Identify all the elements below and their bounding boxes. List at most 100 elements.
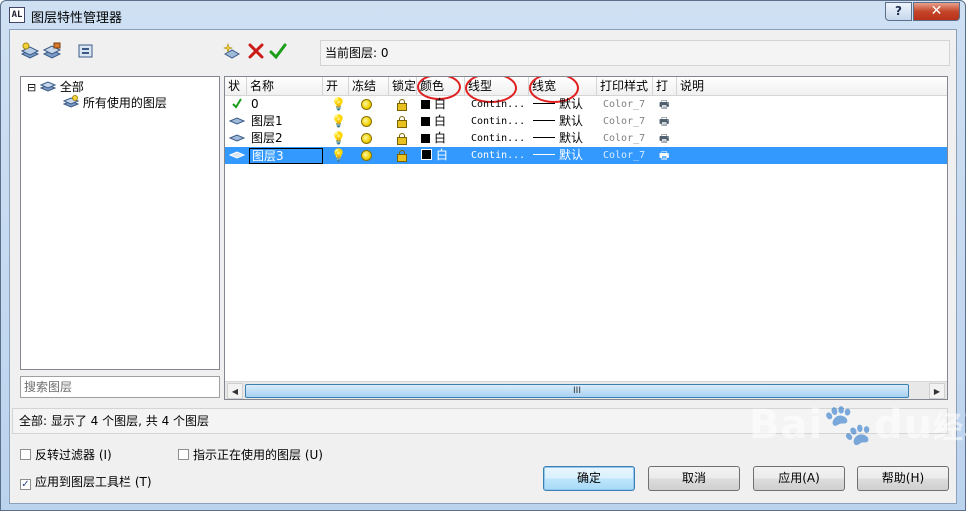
scroll-thumb[interactable]: III [245,384,909,398]
layers-icon [39,81,57,92]
tree-node-used-layers[interactable]: 所有使用的图层 [62,95,167,111]
color-swatch [421,134,430,143]
search-layers-input[interactable] [20,376,220,398]
apply-toolbar-checkbox[interactable]: ✓ 应用到图层工具栏 (T) [20,475,152,490]
layer-lineweight[interactable]: 默认 [533,96,595,113]
col-plot[interactable]: 打 [653,77,677,95]
col-plot-style[interactable]: 打印样式 [597,77,653,95]
checkbox-label: 指示正在使用的图层 (U) [193,448,323,462]
close-button[interactable]: ✕ [913,2,960,21]
tree-node-label: 所有使用的图层 [82,96,167,110]
checkbox-label: 反转过滤器 (I) [35,448,112,462]
title-bar[interactable]: AL 图层特性管理器 ? ✕ [1,1,965,29]
checkbox-label: 应用到图层工具栏 (T) [35,475,152,489]
layers-filter-icon [62,95,80,108]
indicate-used-checkbox[interactable]: 指示正在使用的图层 (U) [178,448,323,462]
layer-plot-style[interactable]: Color_7 [603,113,653,130]
col-lock[interactable]: 锁定 [389,77,417,95]
col-color[interactable]: 颜色 [417,77,465,95]
printer-icon[interactable]: 🖶 [659,113,675,130]
layer-status-icon [229,147,247,164]
layer-plot-style[interactable]: Color_7 [603,130,653,147]
layer-linetype[interactable]: Contin... [471,147,527,164]
col-status[interactable]: 状 [225,77,247,95]
layer-lineweight[interactable]: 默认 [533,147,595,164]
help-button[interactable]: 帮助(H) [857,466,949,491]
layer-name[interactable]: 图层2 [251,130,321,147]
layer-color[interactable]: 白 [421,113,463,130]
layer-linetype[interactable]: Contin... [471,113,527,130]
color-swatch [421,149,432,160]
dialog-client: 当前图层: 0 ⊟ 全部 所有使用的图层 状 名称 开 冻结 锁定 颜色 [9,29,957,504]
checkbox-box-checked[interactable]: ✓ [20,479,31,490]
app-icon: AL [9,7,25,23]
printer-icon[interactable]: 🖶 [659,147,675,164]
printer-icon[interactable]: 🖶 [659,96,675,113]
layer-row[interactable]: 图层1 💡 白 Contin... 默认 Color_7 🖶 [225,113,947,130]
color-swatch [421,100,430,109]
layer-list[interactable]: 状 名称 开 冻结 锁定 颜色 线型 线宽 打印样式 打 说明 0 💡 白 Co… [224,76,948,400]
new-property-filter-icon[interactable] [20,42,40,60]
layer-name[interactable]: 图层3 [249,148,323,164]
tree-node-label: 全部 [59,80,84,94]
scroll-right-arrow[interactable]: ▶ [929,383,945,399]
column-header-row: 状 名称 开 冻结 锁定 颜色 线型 线宽 打印样式 打 说明 [225,77,947,96]
invert-filter-checkbox[interactable]: 反转过滤器 (I) [20,448,112,462]
col-name[interactable]: 名称 [247,77,323,95]
sun-icon[interactable] [361,96,375,113]
title-help-button[interactable]: ? [885,2,912,21]
layer-states-manager-icon[interactable] [76,42,96,60]
apply-button[interactable]: 应用(A) [753,466,845,491]
color-swatch [421,117,430,126]
new-layer-icon[interactable] [222,42,242,60]
col-description[interactable]: 说明 [677,77,947,95]
ok-button[interactable]: 确定 [543,466,635,491]
status-bar: 全部: 显示了 4 个图层, 共 4 个图层 [12,408,948,434]
lightbulb-icon[interactable]: 💡 [331,113,345,130]
scroll-left-arrow[interactable]: ◀ [227,383,243,399]
lightbulb-icon[interactable]: 💡 [331,96,345,113]
cancel-button[interactable]: 取消 [648,466,740,491]
col-on[interactable]: 开 [323,77,349,95]
lightbulb-icon[interactable]: 💡 [331,147,345,164]
layer-color[interactable]: 白 [421,96,463,113]
checkbox-box[interactable] [178,449,189,460]
lock-icon[interactable] [397,147,411,164]
set-current-icon[interactable] [268,42,288,60]
filter-tree[interactable]: ⊟ 全部 所有使用的图层 [20,76,220,370]
layer-status-icon [229,130,247,147]
lock-icon[interactable] [397,130,411,147]
lock-icon[interactable] [397,113,411,130]
delete-layer-icon[interactable] [246,42,266,60]
new-group-filter-icon[interactable] [42,42,62,60]
col-freeze[interactable]: 冻结 [349,77,389,95]
current-layer-display: 当前图层: 0 [320,40,950,66]
col-linetype[interactable]: 线型 [465,77,529,95]
checkbox-box[interactable] [20,449,31,460]
layer-row[interactable]: 图层2 💡 白 Contin... 默认 Color_7 🖶 [225,130,947,147]
sun-icon[interactable] [361,113,375,130]
lightbulb-icon[interactable]: 💡 [331,130,345,147]
tree-node-all[interactable]: ⊟ 全部 [27,79,84,95]
printer-icon[interactable]: 🖶 [659,130,675,147]
sun-icon[interactable] [361,147,375,164]
layer-lineweight[interactable]: 默认 [533,130,595,147]
layer-lineweight[interactable]: 默认 [533,113,595,130]
window-title: 图层特性管理器 [31,11,123,26]
layer-color[interactable]: 白 [421,130,463,147]
layer-plot-style[interactable]: Color_7 [603,96,653,113]
layer-name[interactable]: 0 [251,96,321,113]
collapse-icon[interactable]: ⊟ [27,81,36,94]
layer-row-selected[interactable]: 图层3 💡 白 Contin... 默认 Color_7 🖶 [225,147,947,164]
layer-plot-style[interactable]: Color_7 [603,147,653,164]
horizontal-scrollbar[interactable]: ◀ III ▶ [225,381,947,399]
layer-linetype[interactable]: Contin... [471,130,527,147]
layer-row[interactable]: 0 💡 白 Contin... 默认 Color_7 🖶 [225,96,947,113]
layer-linetype[interactable]: Contin... [471,96,527,113]
lock-icon[interactable] [397,96,411,113]
layer-name[interactable]: 图层1 [251,113,321,130]
layer-color[interactable]: 白 [421,147,463,164]
sun-icon[interactable] [361,130,375,147]
col-lineweight[interactable]: 线宽 [529,77,597,95]
layer-name-edit[interactable]: 图层3 [249,147,325,164]
